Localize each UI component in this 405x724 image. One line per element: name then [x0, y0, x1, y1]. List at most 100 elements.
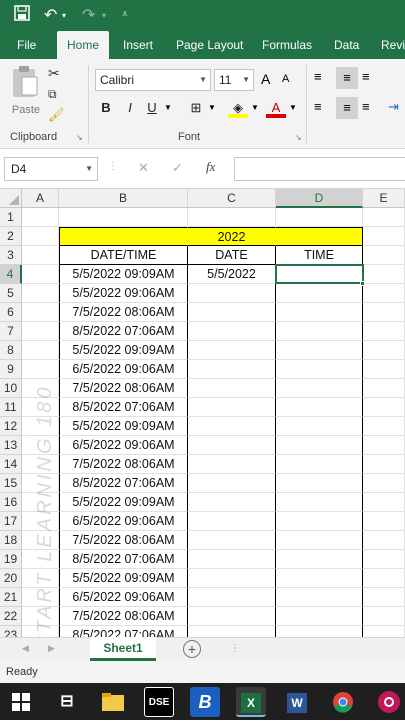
cell[interactable]	[363, 322, 405, 341]
align-top-icon[interactable]: ≡	[314, 69, 322, 84]
customize-icon[interactable]: ⩡	[122, 9, 128, 20]
header-time-cell[interactable]: TIME	[276, 246, 363, 265]
header-date-cell[interactable]: DATE	[188, 246, 276, 265]
redo-icon[interactable]: ↷	[82, 5, 95, 25]
cell[interactable]	[276, 398, 363, 417]
cell[interactable]	[363, 512, 405, 531]
cell[interactable]	[188, 512, 276, 531]
cell[interactable]	[276, 379, 363, 398]
cell[interactable]	[363, 208, 405, 227]
row-header[interactable]: 5	[0, 284, 22, 303]
cell[interactable]	[188, 588, 276, 607]
tab-home[interactable]: Home	[57, 31, 110, 59]
cell[interactable]	[276, 227, 363, 246]
b-app-icon[interactable]: B	[190, 687, 220, 717]
cell[interactable]	[276, 341, 363, 360]
cell[interactable]	[188, 550, 276, 569]
datetime-cell[interactable]: 6/5/2022 09:06AM	[59, 360, 188, 379]
bold-button[interactable]: B	[96, 98, 116, 118]
cell[interactable]	[22, 512, 59, 531]
cell[interactable]	[276, 436, 363, 455]
row-header[interactable]: 16	[0, 493, 22, 512]
cell[interactable]	[363, 246, 405, 265]
cell[interactable]	[363, 550, 405, 569]
cell[interactable]	[363, 531, 405, 550]
task-view-icon[interactable]: ⊟	[52, 687, 82, 717]
column-header-c[interactable]: C	[188, 189, 276, 208]
cancel-icon[interactable]: ✕	[138, 160, 149, 176]
cell[interactable]	[22, 474, 59, 493]
cell[interactable]	[363, 417, 405, 436]
align-middle-icon[interactable]: ≡	[336, 67, 358, 89]
italic-button[interactable]: I	[120, 98, 140, 118]
insert-function-icon[interactable]: fx	[206, 159, 215, 175]
camera-icon[interactable]	[374, 687, 404, 717]
datetime-cell[interactable]: 8/5/2022 07:06AM	[59, 398, 188, 417]
row-header[interactable]: 2	[0, 227, 22, 246]
font-launcher-icon[interactable]: ↘	[295, 133, 302, 142]
cell[interactable]	[188, 493, 276, 512]
datetime-cell[interactable]: 5/5/2022 09:09AM	[59, 341, 188, 360]
cell[interactable]	[22, 360, 59, 379]
cell[interactable]	[22, 607, 59, 626]
cell[interactable]	[22, 626, 59, 637]
datetime-cell[interactable]: 5/5/2022 09:09AM	[59, 417, 188, 436]
tab-formulas[interactable]: Formulas	[262, 31, 312, 59]
cell[interactable]	[363, 455, 405, 474]
row-header[interactable]: 9	[0, 360, 22, 379]
row-header[interactable]: 8	[0, 341, 22, 360]
row-header[interactable]: 21	[0, 588, 22, 607]
cell[interactable]	[188, 626, 276, 637]
formula-input[interactable]	[234, 157, 405, 181]
datetime-cell[interactable]: 5/5/2022 09:09AM	[59, 493, 188, 512]
cell[interactable]	[22, 303, 59, 322]
tab-insert[interactable]: Insert	[123, 31, 153, 59]
cut-icon[interactable]: ✂	[48, 65, 60, 82]
cell[interactable]	[363, 379, 405, 398]
cell[interactable]	[188, 417, 276, 436]
cell[interactable]	[276, 550, 363, 569]
select-all-corner[interactable]	[0, 189, 22, 208]
column-header-b[interactable]: B	[59, 189, 188, 208]
date-cell[interactable]: 5/5/2022	[188, 265, 276, 284]
copy-icon[interactable]: ⧉	[48, 87, 57, 102]
cell[interactable]	[59, 227, 188, 246]
chevron-down-icon[interactable]: ▼	[208, 103, 216, 112]
cell[interactable]	[276, 417, 363, 436]
cell[interactable]	[276, 303, 363, 322]
format-painter-icon[interactable]: 🖌	[48, 107, 65, 123]
sheet-tab-sheet1[interactable]: Sheet1	[90, 637, 156, 661]
row-header[interactable]: 1	[0, 208, 22, 227]
datetime-cell[interactable]: 8/5/2022 07:06AM	[59, 626, 188, 637]
row-header[interactable]: 12	[0, 417, 22, 436]
cell[interactable]	[363, 398, 405, 417]
datetime-cell[interactable]: 7/5/2022 08:06AM	[59, 455, 188, 474]
cell[interactable]	[22, 398, 59, 417]
cell[interactable]	[363, 607, 405, 626]
add-sheet-button[interactable]: +	[183, 640, 201, 658]
row-header[interactable]: 18	[0, 531, 22, 550]
cell[interactable]	[188, 436, 276, 455]
chevron-down-icon[interactable]: ▼	[251, 103, 259, 112]
row-header[interactable]: 6	[0, 303, 22, 322]
year-header-cell[interactable]: 2022	[188, 227, 276, 246]
save-icon[interactable]	[14, 5, 30, 26]
cell[interactable]	[22, 246, 59, 265]
tab-review[interactable]: Revi	[381, 31, 405, 59]
cell[interactable]	[188, 379, 276, 398]
row-header[interactable]: 19	[0, 550, 22, 569]
cell[interactable]	[188, 322, 276, 341]
cell[interactable]	[22, 550, 59, 569]
enter-icon[interactable]: ✓	[172, 160, 183, 176]
file-explorer-icon[interactable]	[98, 687, 128, 717]
cell[interactable]	[188, 284, 276, 303]
cell[interactable]	[188, 569, 276, 588]
cell[interactable]	[22, 569, 59, 588]
cell[interactable]	[276, 531, 363, 550]
cell[interactable]	[22, 455, 59, 474]
borders-icon[interactable]: ⊞	[186, 98, 206, 118]
grow-font-button[interactable]: A	[261, 71, 270, 87]
cell[interactable]	[22, 531, 59, 550]
cell[interactable]	[22, 208, 59, 227]
datetime-cell[interactable]: 8/5/2022 07:06AM	[59, 474, 188, 493]
